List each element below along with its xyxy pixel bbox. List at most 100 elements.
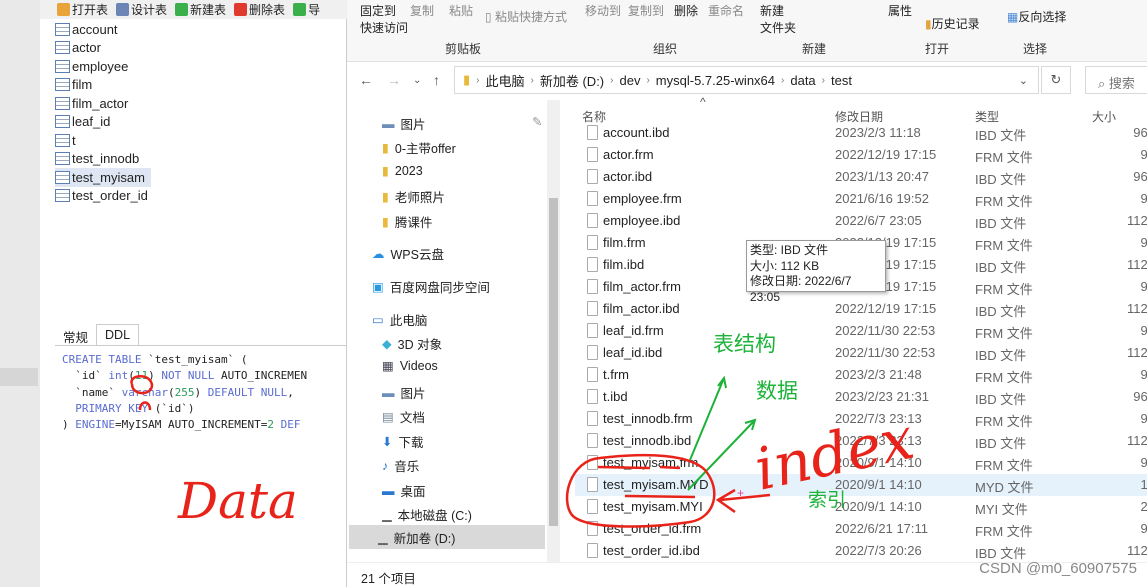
import-icon: [293, 3, 307, 16]
nav-item[interactable]: ▭ 此电脑: [372, 310, 427, 329]
file-icon: [587, 235, 598, 250]
file-row[interactable]: test_order_id.frm 2022/6/21 17:11 FRM 文件 9 …: [575, 518, 1147, 540]
recent-chevron-icon[interactable]: ⌄: [413, 75, 421, 86]
paste-shortcut-button[interactable]: ▯ 粘贴快捷方式: [485, 8, 567, 25]
table-list: account actor employee film film_actor leaf_i…: [55, 20, 151, 205]
file-row[interactable]: employee.frm 2021/6/16 19:52 FRM 文件 9 K: [575, 188, 1147, 210]
nav-item[interactable]: ♪ 音乐: [382, 456, 419, 475]
toolbar-button[interactable]: 删除表: [234, 1, 285, 18]
tooltip-type: 类型: IBD 文件: [750, 243, 829, 257]
desktop-icon: ▬: [382, 483, 395, 498]
toolbar-button[interactable]: 设计表: [116, 1, 167, 18]
pictures-icon: ▬: [382, 385, 395, 400]
file-row[interactable]: test_myisam.MYI 2020/9/1 14:10 MYI 文件 2 K: [575, 496, 1147, 518]
file-row[interactable]: t.ibd 2023/2/23 21:31 IBD 文件 96 K: [575, 386, 1147, 408]
file-row[interactable]: leaf_id.frm 2022/11/30 22:53 FRM 文件 9 K: [575, 320, 1147, 342]
paste-button[interactable]: 粘贴: [449, 2, 473, 19]
forward-icon[interactable]: →: [387, 72, 401, 88]
tab-general[interactable]: 常规: [55, 324, 96, 345]
nav-item[interactable]: ◆ 3D 对象: [382, 334, 442, 353]
toolbar-button[interactable]: 新建表: [175, 1, 226, 18]
file-type: IBD 文件: [975, 172, 1027, 187]
up-icon[interactable]: ↑: [433, 72, 440, 88]
table-item[interactable]: t: [55, 131, 151, 150]
file-row[interactable]: test_myisam.MYD 2020/9/1 14:10 MYD 文件 1 K: [575, 474, 1147, 496]
history-button[interactable]: ▮历史记录: [925, 15, 980, 32]
toolbar-button[interactable]: 导: [293, 1, 320, 18]
file-type: FRM 文件: [975, 282, 1033, 297]
file-row[interactable]: leaf_id.ibd 2022/11/30 22:53 IBD 文件 112 K: [575, 342, 1147, 364]
nav-item[interactable]: ☁ WPS云盘: [372, 244, 444, 263]
toolbar-label: 设计表: [131, 3, 168, 17]
file-size: 112 K: [1126, 301, 1147, 316]
address-bar[interactable]: ▮ › 此电脑 › 新加卷 (D:) › dev › mysql-5.7.25-winx64 › d…: [454, 66, 1039, 94]
nav-item[interactable]: ▤ 文档: [382, 407, 425, 426]
file-type: FRM 文件: [975, 194, 1033, 209]
breadcrumb-item[interactable]: data: [790, 73, 815, 88]
pin-icon[interactable]: ✎: [532, 114, 542, 129]
file-row[interactable]: employee.ibd 2022/6/7 23:05 IBD 文件 112 K: [575, 210, 1147, 232]
file-row[interactable]: account.ibd 2023/2/3 11:18 IBD 文件 96 K: [575, 122, 1147, 144]
nav-item[interactable]: ▬ 桌面: [382, 481, 426, 500]
nav-item[interactable]: ▁ 本地磁盘 (C:): [382, 505, 472, 524]
rename-button[interactable]: 重命名: [708, 2, 744, 19]
breadcrumb-item[interactable]: test: [831, 73, 852, 88]
nav-item[interactable]: ▮ 2023: [382, 163, 423, 179]
table-item[interactable]: test_myisam: [55, 168, 151, 187]
table-item[interactable]: test_order_id: [55, 187, 151, 206]
nav-item[interactable]: ▬ 图片: [382, 383, 426, 402]
copy-button[interactable]: 复制: [410, 2, 434, 19]
file-row[interactable]: t.frm 2023/2/3 21:48 FRM 文件 9 K: [575, 364, 1147, 386]
table-item[interactable]: account: [55, 20, 151, 39]
back-icon[interactable]: ←: [359, 72, 373, 88]
breadcrumb-item[interactable]: 新加卷 (D:): [540, 71, 604, 90]
breadcrumb-item[interactable]: 此电脑: [486, 71, 525, 90]
refresh-icon[interactable]: ↻: [1041, 66, 1071, 94]
file-date: 2020/9/1 14:10: [835, 455, 922, 470]
file-row[interactable]: test_myisam.frm 2020/9/1 14:10 FRM 文件 9 K: [575, 452, 1147, 474]
breadcrumb-item[interactable]: dev: [619, 73, 640, 88]
new-folder-button[interactable]: 新建 文件夹: [760, 2, 796, 36]
table-item[interactable]: employee: [55, 57, 151, 76]
pin-button[interactable]: 固定到 快速访问: [360, 2, 408, 36]
chevron-down-icon[interactable]: ⌄: [1019, 74, 1028, 87]
nav-item[interactable]: ▬ 图片: [382, 114, 426, 133]
move-to-button[interactable]: 移动到: [585, 2, 621, 19]
nav-scrollbar-thumb[interactable]: [549, 198, 558, 526]
table-item[interactable]: film: [55, 76, 151, 95]
invert-selection-button[interactable]: ▦反向选择: [1007, 8, 1066, 25]
copy-to-button[interactable]: 复制到: [628, 2, 664, 19]
delete-button[interactable]: 删除: [674, 2, 698, 19]
file-icon: [587, 323, 598, 338]
file-row[interactable]: test_order_id.ibd 2022/7/3 20:26 IBD 文件 112…: [575, 540, 1147, 562]
file-icon: [587, 125, 598, 140]
nav-item[interactable]: ⬇ 下载: [382, 432, 424, 451]
nav-label: 0-主带offer: [394, 142, 456, 156]
file-tooltip: 类型: IBD 文件 大小: 112 KB 修改日期: 2022/6/7 23:…: [746, 240, 886, 304]
nav-item[interactable]: ▮ 0-主带offer: [382, 138, 456, 157]
group-organize: 组织: [653, 42, 678, 56]
table-item[interactable]: leaf_id: [55, 113, 151, 132]
file-row[interactable]: test_innodb.ibd 2022/7/3 23:13 IBD 文件 112 K: [575, 430, 1147, 452]
breadcrumb-item[interactable]: mysql-5.7.25-winx64: [656, 73, 775, 88]
table-item[interactable]: test_innodb: [55, 150, 151, 169]
nav-item[interactable]: ▮ 腾课件: [382, 212, 432, 231]
toolbar-button[interactable]: 打开表: [57, 1, 108, 18]
table-name: leaf_id: [72, 114, 111, 130]
properties-button[interactable]: 属性: [888, 2, 912, 19]
file-date: 2022/11/30 22:53: [835, 345, 936, 360]
nav-item[interactable]: ▦ Videos: [382, 358, 438, 374]
tab-ddl[interactable]: DDL: [96, 324, 140, 345]
file-row[interactable]: actor.ibd 2023/1/13 20:47 IBD 文件 96 K: [575, 166, 1147, 188]
file-row[interactable]: actor.frm 2022/12/19 17:15 FRM 文件 9 K: [575, 144, 1147, 166]
file-name: test_order_id.frm: [603, 521, 702, 536]
nav-item[interactable]: ▣ 百度网盘同步空间: [372, 277, 490, 296]
file-date: 2023/2/3 21:48: [835, 367, 922, 382]
file-row[interactable]: test_innodb.frm 2022/7/3 23:13 FRM 文件 9 K: [575, 408, 1147, 430]
table-item[interactable]: actor: [55, 39, 151, 58]
file-type: MYI 文件: [975, 502, 1028, 517]
search-input[interactable]: ⌕ 搜索: [1085, 66, 1147, 94]
nav-item[interactable]: ▮ 老师照片: [382, 187, 445, 206]
table-item[interactable]: film_actor: [55, 94, 151, 113]
nav-item[interactable]: ▁ 新加卷 (D:): [349, 525, 545, 549]
